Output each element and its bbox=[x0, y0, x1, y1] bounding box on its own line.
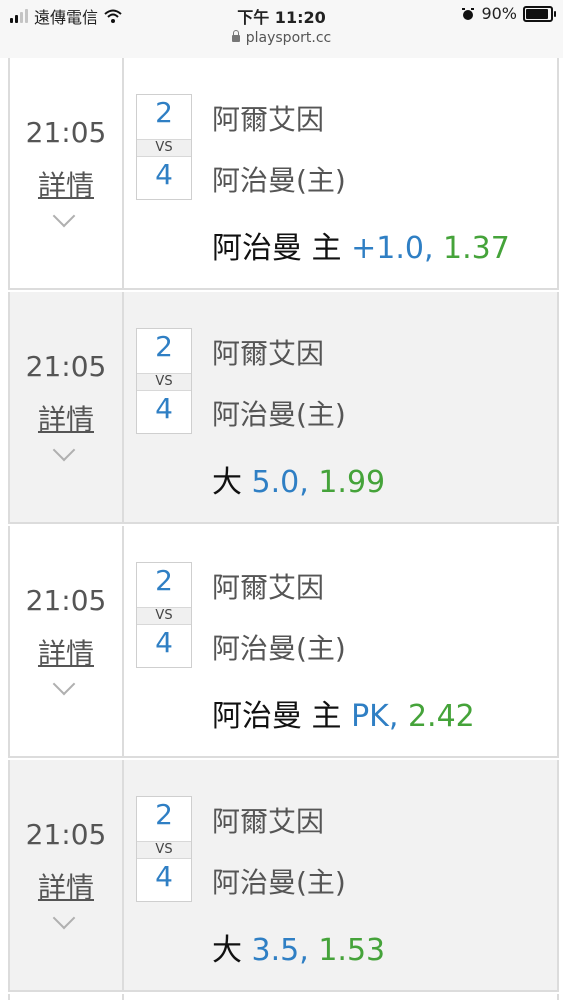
chevron-down-icon[interactable] bbox=[52, 906, 76, 930]
time-column: 21:05 詳情 bbox=[10, 526, 124, 756]
address-bar[interactable]: playsport.cc bbox=[0, 30, 563, 46]
battery-icon bbox=[523, 5, 556, 22]
away-score: 4 bbox=[155, 626, 173, 659]
chevron-down-icon[interactable] bbox=[52, 672, 76, 696]
team-bottom: 阿治曼(主) bbox=[212, 398, 346, 431]
status-right: 90% bbox=[461, 4, 556, 23]
bet-odds: 2.42 bbox=[407, 699, 475, 734]
match-row: 21:05 詳情 2 VS 4 阿爾艾因 阿治曼(主) 大 3.5, 1.53 bbox=[8, 760, 559, 992]
bet-pick: 大 3.5, 1.53 bbox=[212, 925, 385, 969]
match-row-partial bbox=[8, 994, 559, 1000]
score-box: 2 VS 4 bbox=[136, 94, 192, 200]
bet-odds: 1.53 bbox=[318, 933, 386, 968]
home-score: 2 bbox=[155, 564, 173, 597]
battery-percent: 90% bbox=[481, 4, 517, 23]
team-top: 阿爾艾因 bbox=[212, 571, 325, 604]
vs-label: VS bbox=[137, 841, 191, 859]
vs-label: VS bbox=[137, 607, 191, 625]
team-top: 阿爾艾因 bbox=[212, 103, 325, 136]
bet-pick: 阿治曼 主 +1.0, 1.37 bbox=[212, 223, 510, 267]
match-list: 21:05 詳情 2 VS 4 阿爾艾因 阿治曼(主) 阿治曼 主 +1.0, … bbox=[0, 58, 563, 1000]
bet-label: 大 bbox=[212, 933, 242, 968]
match-time: 21:05 bbox=[25, 584, 107, 617]
score-box: 2 VS 4 bbox=[136, 562, 192, 668]
vs-label: VS bbox=[137, 373, 191, 391]
bet-label: 阿治曼 主 bbox=[212, 699, 342, 734]
lock-icon bbox=[231, 30, 240, 42]
bet-line: 5.0, bbox=[251, 465, 309, 500]
match-row: 21:05 詳情 2 VS 4 阿爾艾因 阿治曼(主) 阿治曼 主 PK, 2.… bbox=[8, 526, 559, 758]
chevron-down-icon[interactable] bbox=[52, 204, 76, 228]
away-score: 4 bbox=[155, 158, 173, 191]
match-row: 21:05 詳情 2 VS 4 阿爾艾因 阿治曼(主) 阿治曼 主 +1.0, … bbox=[8, 58, 559, 290]
bet-pick: 大 5.0, 1.99 bbox=[212, 457, 385, 501]
bet-label: 阿治曼 主 bbox=[212, 231, 342, 266]
bet-line: +1.0, bbox=[351, 231, 434, 266]
match-time: 21:05 bbox=[25, 350, 107, 383]
bet-odds: 1.99 bbox=[318, 465, 386, 500]
bet-line: 3.5, bbox=[251, 933, 309, 968]
score-box: 2 VS 4 bbox=[136, 796, 192, 902]
detail-link[interactable]: 詳情 bbox=[10, 164, 122, 204]
time-column bbox=[10, 994, 124, 1000]
team-bottom: 阿治曼(主) bbox=[212, 164, 346, 197]
home-score: 2 bbox=[155, 96, 173, 129]
detail-link[interactable]: 詳情 bbox=[10, 866, 122, 906]
match-time: 21:05 bbox=[25, 818, 107, 851]
url-text: playsport.cc bbox=[245, 30, 332, 46]
match-time: 21:05 bbox=[25, 116, 107, 149]
vs-label: VS bbox=[137, 139, 191, 157]
status-bar: 遠傳電信 下午 11:20 90% playsport.cc bbox=[0, 0, 563, 58]
detail-link[interactable]: 詳情 bbox=[10, 632, 122, 672]
away-score: 4 bbox=[155, 392, 173, 425]
detail-link[interactable]: 詳情 bbox=[10, 398, 122, 438]
time-column: 21:05 詳情 bbox=[10, 760, 124, 990]
bet-label: 大 bbox=[212, 465, 242, 500]
team-top: 阿爾艾因 bbox=[212, 805, 325, 838]
alarm-icon bbox=[462, 7, 475, 20]
home-score: 2 bbox=[155, 330, 173, 363]
bet-line: PK, bbox=[351, 699, 399, 734]
match-row: 21:05 詳情 2 VS 4 阿爾艾因 阿治曼(主) 大 5.0, 1.99 bbox=[8, 292, 559, 524]
bet-pick: 阿治曼 主 PK, 2.42 bbox=[212, 691, 475, 735]
team-bottom: 阿治曼(主) bbox=[212, 866, 346, 899]
bet-odds: 1.37 bbox=[443, 231, 510, 266]
home-score: 2 bbox=[155, 798, 173, 831]
time-column: 21:05 詳情 bbox=[10, 58, 124, 288]
time-column: 21:05 詳情 bbox=[10, 292, 124, 522]
team-top: 阿爾艾因 bbox=[212, 337, 325, 370]
score-box: 2 VS 4 bbox=[136, 328, 192, 434]
away-score: 4 bbox=[155, 860, 173, 893]
chevron-down-icon[interactable] bbox=[52, 438, 76, 462]
team-bottom: 阿治曼(主) bbox=[212, 632, 346, 665]
